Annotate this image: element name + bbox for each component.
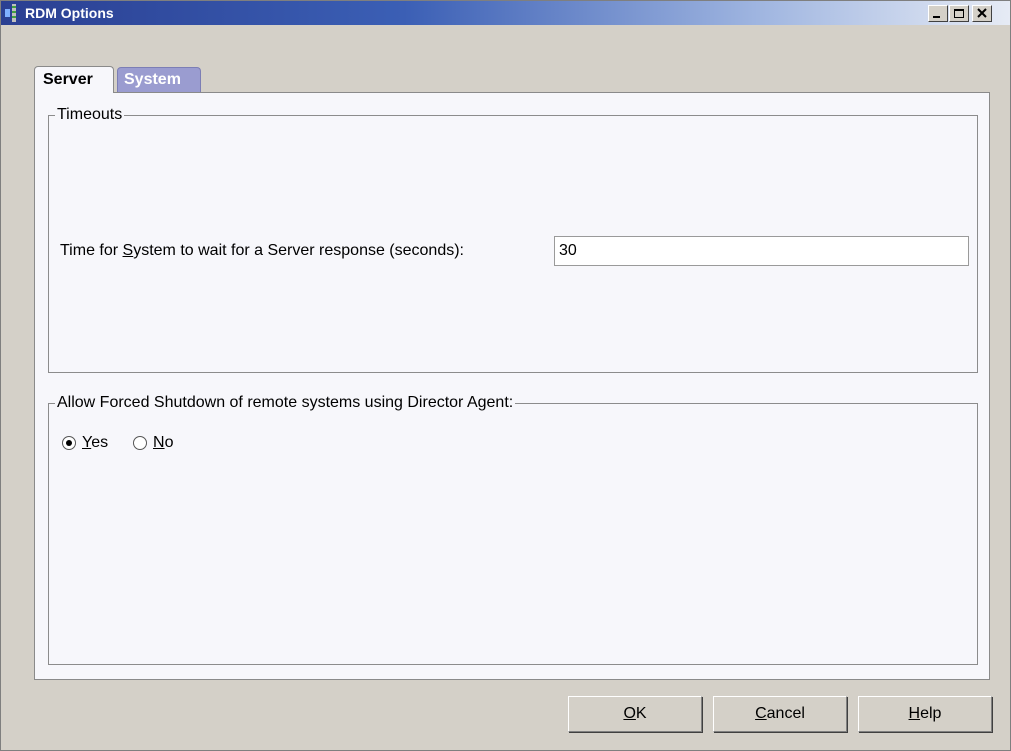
yes-radio[interactable] [62,436,76,450]
ok-rest: K [635,705,647,722]
maximize-icon [954,9,964,18]
tab-server[interactable]: Server [34,66,114,93]
tab-server-label: Server [43,71,93,88]
tab-system-label: System [124,71,181,88]
label-suffix: ystem to wait for a Server response (sec… [133,242,464,259]
help-button[interactable]: Help [858,696,992,732]
rdm-options-window: RDM Options Server System Timeouts Time … [0,0,1011,751]
timeouts-legend: Timeouts [55,106,125,124]
yes-radio-option[interactable]: Yes [62,434,108,452]
ok-button[interactable]: OK [568,696,702,732]
help-rest: elp [920,705,942,722]
window-title: RDM Options [25,5,114,21]
cancel-button[interactable]: Cancel [713,696,847,732]
label-prefix: Time for [60,242,123,259]
cancel-rest: ancel [766,705,805,722]
no-radio-label: No [153,434,173,452]
cancel-mnemonic: C [755,705,767,722]
ok-mnemonic: O [623,705,636,722]
maximize-button[interactable] [949,5,969,22]
forced-shutdown-legend: Allow Forced Shutdown of remote systems … [55,394,516,412]
help-mnemonic: H [908,705,921,722]
label-mnemonic: S [122,242,134,259]
yes-radio-label: Yes [82,434,108,452]
no-mnemonic: N [153,434,165,451]
server-response-timeout-input[interactable]: 30 [554,236,969,266]
forced-shutdown-group: Allow Forced Shutdown of remote systems … [48,394,978,665]
timeouts-group: Timeouts Time for System to wait for a S… [48,106,978,373]
server-response-timeout-label: Time for System to wait for a Server res… [60,242,464,260]
no-rest: o [164,434,174,451]
network-app-icon [5,4,16,22]
title-bar[interactable]: RDM Options [1,1,1010,25]
minimize-button[interactable] [928,5,948,22]
close-icon [977,8,987,18]
no-radio[interactable] [133,436,147,450]
yes-mnemonic: Y [82,434,92,451]
no-radio-option[interactable]: No [133,434,173,452]
yes-rest: es [91,434,109,451]
close-window-button[interactable] [972,5,992,22]
minimize-icon [933,16,940,18]
tab-system[interactable]: System [117,67,201,92]
server-tab-panel: Timeouts Time for System to wait for a S… [34,92,990,680]
